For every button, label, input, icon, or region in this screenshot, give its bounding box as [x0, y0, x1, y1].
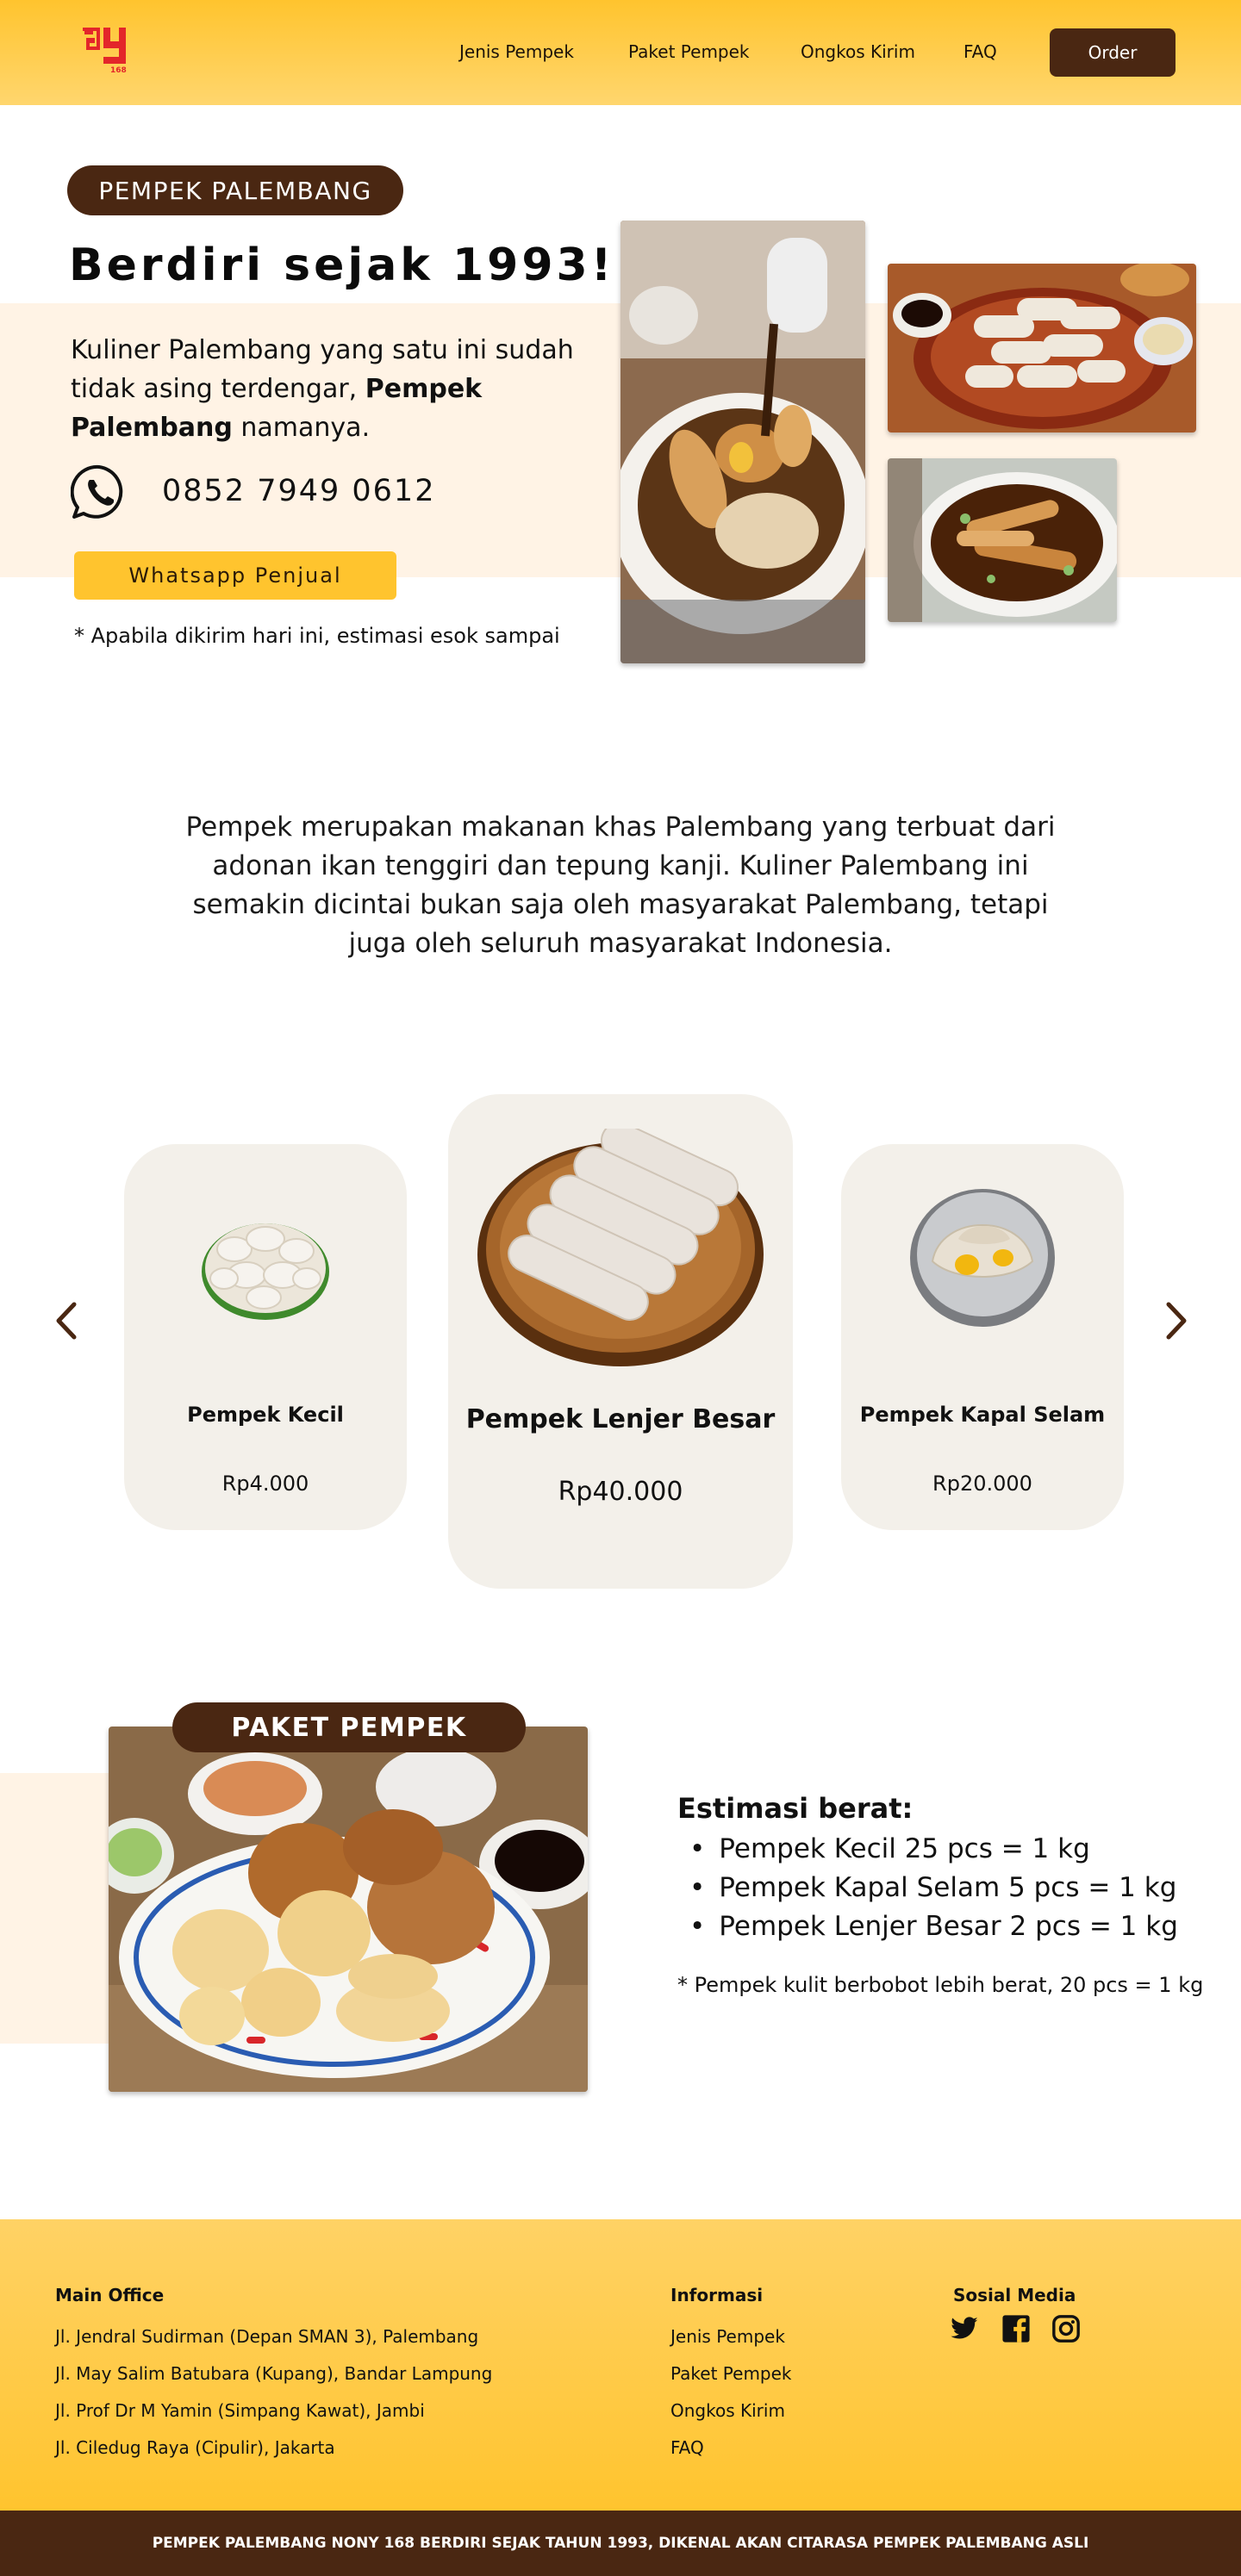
- product-image-pempek-kapal-selam: [910, 1189, 1055, 1327]
- footer-link-jenis-pempek[interactable]: Jenis Pempek: [670, 2326, 785, 2347]
- paket-badge: PAKET PEMPEK: [172, 1702, 526, 1752]
- hero-photo-cuko-bowl: [888, 458, 1117, 622]
- footer-social-title: Sosial Media: [953, 2285, 1076, 2305]
- product-image-pempek-lenjer-besar: [477, 1129, 764, 1366]
- footer-office-address: Jl. May Salim Batubara (Kupang), Bandar …: [55, 2363, 493, 2384]
- estimasi-item: Pempek Kecil 25 pcs = 1 kg: [689, 1830, 1178, 1869]
- footer-bottom-bar: PEMPEK PALEMBANG NONY 168 BERDIRI SEJAK …: [0, 2511, 1241, 2576]
- product-name: Pempek Lenjer Besar: [465, 1404, 776, 1434]
- product-price: Rp40.000: [558, 1477, 683, 1507]
- product-card-pempek-kapal-selam[interactable]: Pempek Kapal Selam Rp20.000: [841, 1144, 1124, 1530]
- svg-text:168: 168: [110, 66, 127, 75]
- delivery-note: * Apabila dikirim hari ini, estimasi eso…: [74, 624, 560, 648]
- brand-logo[interactable]: 168: [79, 26, 133, 76]
- nav-ongkos-kirim[interactable]: Ongkos Kirim: [801, 41, 915, 62]
- footer-link-paket-pempek[interactable]: Paket Pempek: [670, 2363, 792, 2384]
- hero-description: Kuliner Palembang yang satu ini sudah ti…: [71, 335, 574, 443]
- product-name: Pempek Kapal Selam: [859, 1403, 1106, 1427]
- facebook-icon[interactable]: [1001, 2314, 1031, 2343]
- hero-photo-lenjer-plate: [888, 264, 1196, 432]
- carousel-next-arrow-icon[interactable]: [1158, 1299, 1193, 1342]
- product-price: Rp20.000: [932, 1472, 1032, 1496]
- hero-photo-pempek-platter: [620, 221, 865, 663]
- estimasi-list: Pempek Kecil 25 pcs = 1 kg Pempek Kapal …: [689, 1830, 1178, 1946]
- product-price: Rp4.000: [221, 1472, 309, 1496]
- paket-note: * Pempek kulit berbobot lebih berat, 20 …: [677, 1973, 1204, 1997]
- footer-office-address: Jl. Prof Dr M Yamin (Simpang Kawat), Jam…: [55, 2400, 425, 2421]
- nav-paket-pempek[interactable]: Paket Pempek: [628, 41, 750, 62]
- footer-link-faq[interactable]: FAQ: [670, 2437, 704, 2458]
- whatsapp-seller-button[interactable]: Whatsapp Penjual: [74, 551, 396, 600]
- footer-link-ongkos-kirim[interactable]: Ongkos Kirim: [670, 2400, 785, 2421]
- intro-paragraph: Pempek merupakan makanan khas Palembang …: [185, 812, 1056, 959]
- product-card-pempek-lenjer-besar[interactable]: Pempek Lenjer Besar Rp40.000: [448, 1094, 793, 1589]
- nav-faq[interactable]: FAQ: [963, 41, 997, 62]
- estimasi-item: Pempek Kapal Selam 5 pcs = 1 kg: [689, 1869, 1178, 1907]
- footer-office-address: Jl. Jendral Sudirman (Depan SMAN 3), Pal…: [55, 2326, 479, 2347]
- footer-office-address: Jl. Ciledug Raya (Cipulir), Jakarta: [55, 2437, 335, 2458]
- product-card-pempek-kecil[interactable]: Pempek Kecil Rp4.000: [124, 1144, 407, 1530]
- estimasi-item: Pempek Lenjer Besar 2 pcs = 1 kg: [689, 1907, 1178, 1946]
- hero-title: Berdiri sejak 1993!: [69, 240, 615, 291]
- order-button[interactable]: Order: [1050, 28, 1176, 77]
- hero-badge: PEMPEK PALEMBANG: [67, 165, 403, 215]
- nav-jenis-pempek[interactable]: Jenis Pempek: [459, 41, 574, 62]
- carousel-prev-arrow-icon[interactable]: [50, 1299, 84, 1342]
- footer-informasi-title: Informasi: [670, 2285, 764, 2305]
- twitter-icon[interactable]: [950, 2314, 979, 2343]
- phone-number: 0852 7949 0612: [162, 474, 436, 508]
- instagram-icon[interactable]: [1051, 2314, 1081, 2343]
- paket-pempek-photo: [109, 1727, 588, 2092]
- whatsapp-icon[interactable]: [71, 464, 128, 520]
- estimasi-title: Estimasi berat:: [677, 1792, 914, 1825]
- product-image-pempek-kecil: [202, 1223, 329, 1320]
- footer-main-office-title: Main Office: [55, 2285, 165, 2305]
- site-footer: Main Office Jl. Jendral Sudirman (Depan …: [0, 2219, 1241, 2511]
- product-name: Pempek Kecil: [187, 1403, 344, 1427]
- site-header: 168 Jenis Pempek Paket Pempek Ongkos Kir…: [0, 0, 1241, 105]
